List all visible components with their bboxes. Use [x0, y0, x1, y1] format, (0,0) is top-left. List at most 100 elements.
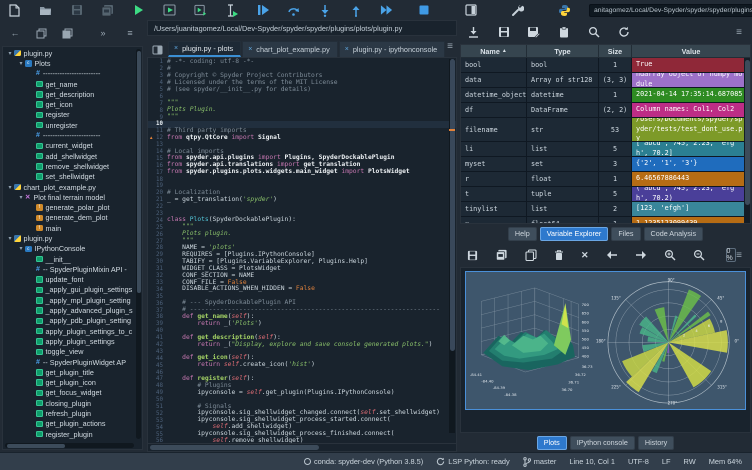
editor-vertical-scrollbar[interactable] [449, 59, 455, 433]
outline-item[interactable]: #------------------------ [4, 69, 135, 79]
outline-item[interactable]: update_font [4, 275, 135, 285]
outline-item[interactable]: _apply_pdb_plugin_setting [4, 316, 135, 326]
variable-row[interactable]: filenamestr53/Users/Documents/spyder/spy… [461, 118, 750, 142]
step-into-icon[interactable] [318, 4, 331, 17]
save-all-icon[interactable] [101, 4, 114, 17]
outline-item[interactable]: remove_shellwidget [4, 161, 135, 171]
remove-plot-icon[interactable] [554, 249, 564, 262]
tab-variable-explorer[interactable]: Variable Explorer [540, 227, 609, 241]
outline-item[interactable]: ▾cIPythonConsole [4, 244, 135, 254]
tab-plots[interactable]: Plots [537, 436, 567, 450]
variable-row[interactable]: ttuple5('abcd', 745, 2.23, 'efgh', 70.2) [461, 187, 750, 202]
expand-arrow-icon[interactable]: ▾ [6, 50, 14, 57]
collapse-all-icon[interactable] [34, 28, 48, 39]
outline-item[interactable]: register_plugin [4, 429, 135, 439]
variable-table-scrollbar[interactable] [744, 58, 750, 223]
outline-item[interactable]: _apply_advanced_plugin_s [4, 305, 135, 315]
outline-item[interactable]: closing_plugin [4, 398, 135, 408]
outline-item[interactable]: get_name [4, 79, 135, 89]
working-directory-combobox[interactable]: anitagomez/Local/Dev-Spyder/spyder/spyde… [589, 4, 752, 17]
outline-item[interactable]: refresh_plugin [4, 408, 135, 418]
outline-item[interactable]: get_icon [4, 99, 135, 109]
import-data-icon[interactable] [467, 26, 480, 39]
outline-item[interactable]: get_focus_widget [4, 388, 135, 398]
step-over-icon[interactable] [287, 4, 300, 17]
close-icon[interactable]: × [345, 46, 349, 53]
outline-item[interactable]: ▾plugin.py [4, 48, 135, 58]
outline-item[interactable]: get_plugin_icon [4, 378, 135, 388]
save-icon[interactable] [70, 4, 83, 17]
lsp-status[interactable]: LSP Python: ready [436, 457, 510, 466]
save-plot-icon[interactable] [467, 249, 478, 262]
variable-row[interactable]: datetime_objectdatetime12021-04-14 17:35… [461, 88, 750, 103]
run-selection-icon[interactable] [225, 4, 238, 17]
remove-all-plots-icon[interactable]: ✕ [581, 249, 589, 262]
outline-item[interactable]: get_plugin_actions [4, 419, 135, 429]
outline-item[interactable]: add_shellwidget [4, 151, 135, 161]
outline-item[interactable]: ▾plugin.py [4, 233, 135, 243]
plots-options-icon[interactable]: ≡ [736, 250, 742, 261]
editor-options-icon[interactable]: ≡ [447, 41, 453, 52]
paste-icon[interactable] [557, 26, 570, 39]
run-icon[interactable] [132, 4, 145, 17]
conda-env-status[interactable]: conda: spyder-dev (Python 3.8.5) [304, 457, 423, 466]
outline-item[interactable]: fgenerate_polar_plot [4, 202, 135, 212]
outline-item[interactable]: current_widget [4, 141, 135, 151]
copy-plot-icon[interactable] [525, 249, 537, 262]
zoom-out-icon[interactable] [693, 249, 705, 262]
variable-row[interactable]: boolbool1True [461, 58, 750, 73]
new-file-icon[interactable] [8, 4, 21, 17]
save-data-icon[interactable] [497, 26, 510, 39]
outline-item[interactable]: apply_plugin_settings_to_c [4, 326, 135, 336]
debug-icon[interactable] [256, 4, 269, 17]
variable-row[interactable]: dfDataFrame(2, 2)Column names: Col1, Col… [461, 103, 750, 118]
editor-tab-chart-plot-example[interactable]: ×chart_plot_example.py [242, 41, 338, 57]
outline-item[interactable]: toggle_view [4, 347, 135, 357]
editor-horizontal-scrollbar[interactable] [147, 444, 457, 452]
outline-item[interactable]: fmain [4, 223, 135, 233]
column-header-name[interactable]: Name ▲ [461, 45, 527, 57]
tab-history[interactable]: History [638, 436, 674, 450]
next-plot-icon[interactable] [635, 249, 647, 262]
variable-row[interactable]: mysetset3{'2', '1', '3'} [461, 157, 750, 172]
continue-icon[interactable] [380, 4, 393, 17]
outline-item[interactable]: set_shellwidget [4, 172, 135, 182]
expand-arrow-icon[interactable]: ▾ [17, 194, 25, 201]
step-out-icon[interactable] [349, 4, 362, 17]
variable-row[interactable]: xfloat6411.1235123099439 [461, 217, 750, 224]
expand-arrow-icon[interactable]: ▾ [6, 184, 14, 191]
variable-row[interactable]: dataArray of str128(3, 3)ndarray object … [461, 73, 750, 88]
expand-arrow-icon[interactable]: ▾ [6, 235, 14, 242]
code-editor[interactable]: 1# -*- coding: utf-8 -*-2#3# Copyright ©… [147, 57, 457, 444]
outline-item[interactable]: #-- SpyderPluginWidget AP [4, 357, 135, 367]
outline-item[interactable]: __init__ [4, 254, 135, 264]
outline-item[interactable]: #-- SpyderPluginMixin API - [4, 264, 135, 274]
tab-code-analysis[interactable]: Code Analysis [644, 227, 704, 241]
outline-item[interactable]: get_description [4, 89, 135, 99]
search-icon[interactable] [587, 26, 600, 39]
outline-item[interactable]: ▾cPlots [4, 58, 135, 68]
variable-row[interactable]: tinylistlist2[123, 'efgh'] [461, 202, 750, 217]
outline-item[interactable]: get_plugin_title [4, 367, 135, 377]
save-all-plots-icon[interactable] [495, 249, 508, 262]
outline-item[interactable]: ▾chart_plot_example.py [4, 182, 135, 192]
outline-item[interactable]: _apply_gui_plugin_settings [4, 285, 135, 295]
close-icon[interactable]: × [174, 45, 178, 52]
outline-item[interactable]: #------------------------ [4, 130, 135, 140]
outline-item[interactable]: _apply_mpl_plugin_setting [4, 295, 135, 305]
column-header-value[interactable]: Value [632, 45, 750, 57]
maximize-pane-icon[interactable] [464, 4, 477, 17]
outline-options-icon[interactable]: ≡ [123, 28, 137, 38]
outline-horizontal-scrollbar[interactable] [5, 443, 134, 448]
editor-tab-plugin-ipythonconsole[interactable]: ×plugin.py - ipythonconsole [339, 41, 445, 57]
tab-files[interactable]: Files [611, 227, 640, 241]
stop-icon[interactable] [417, 4, 430, 17]
outline-item[interactable]: unregister [4, 120, 135, 130]
run-cell-advance-icon[interactable] [194, 4, 207, 17]
outline-item[interactable]: fgenerate_dem_plot [4, 213, 135, 223]
variable-row[interactable]: lilist5['abcd', 745, 2.23, 'efgh', 70.2] [461, 142, 750, 157]
column-header-size[interactable]: Size [599, 45, 632, 57]
git-branch-status[interactable]: master [523, 457, 557, 467]
expand-all-icon[interactable] [60, 28, 74, 39]
open-file-icon[interactable] [39, 4, 52, 17]
